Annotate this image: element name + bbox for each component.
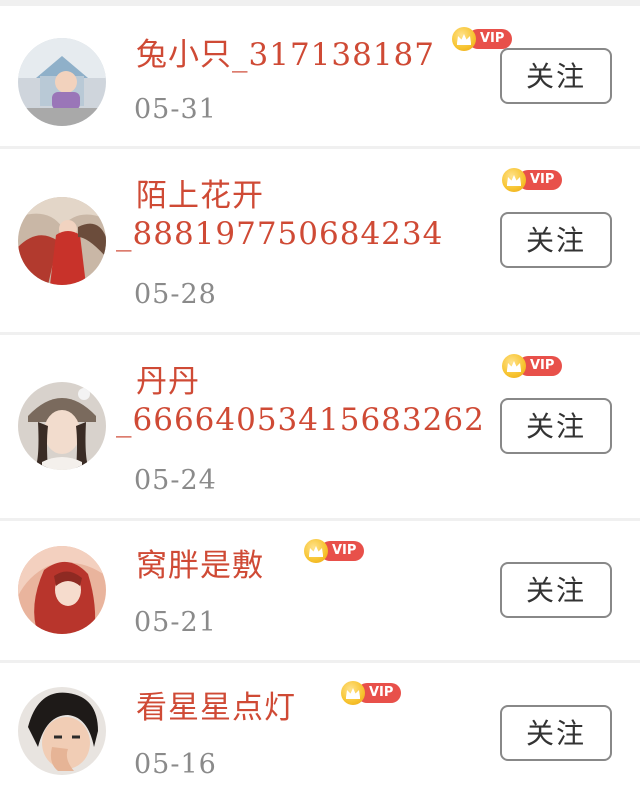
avatar[interactable] (18, 197, 106, 285)
follow-button[interactable]: 关注 (500, 705, 612, 761)
list-item[interactable]: 窝胖是敷 VIP 05-21 关注 (0, 521, 640, 660)
avatar-image (18, 197, 106, 285)
list-item[interactable]: 丹丹 _66664053415683262 VIP 05-24 关注 (0, 335, 640, 518)
user-name-line1: 窝胖是敷 (136, 548, 264, 584)
follow-date: 05-28 (134, 279, 217, 310)
avatar-image (18, 382, 106, 470)
user-name-line1: 兔小只_317138187 (136, 37, 436, 73)
follow-date: 05-24 (134, 465, 217, 496)
avatar-image (18, 38, 106, 126)
vip-badge: VIP (304, 539, 365, 563)
user-name-line2: _888197750684234 (116, 216, 444, 252)
avatar[interactable] (18, 546, 106, 634)
list-item[interactable]: 陌上花开 _888197750684234 VIP 05-28 关注 (0, 149, 640, 332)
user-name-line1: 丹丹 (136, 364, 200, 400)
avatar-image (18, 687, 106, 775)
follow-date: 05-31 (134, 94, 217, 125)
crown-icon (341, 681, 365, 705)
follow-button[interactable]: 关注 (500, 562, 612, 618)
follow-button[interactable]: 关注 (500, 212, 612, 268)
crown-icon (502, 168, 526, 192)
user-name[interactable]: 陌上花开 _888197750684234 (116, 177, 443, 253)
user-name-line1: 看星星点灯 (136, 690, 296, 726)
user-name-line1: 陌上花开 (136, 178, 264, 214)
follow-date: 05-21 (134, 607, 217, 638)
avatar[interactable] (18, 687, 106, 775)
user-name[interactable]: 看星星点灯 (136, 689, 296, 727)
user-name[interactable]: 丹丹 _66664053415683262 (116, 363, 485, 439)
vip-badge: VIP (452, 27, 513, 51)
vip-badge: VIP (341, 681, 402, 705)
crown-icon (452, 27, 476, 51)
user-name-line2: _66664053415683262 (116, 402, 485, 438)
crown-icon (502, 354, 526, 378)
avatar-image (18, 546, 106, 634)
vip-badge: VIP (502, 354, 563, 378)
vip-badge: VIP (502, 168, 563, 192)
list-item[interactable]: 看星星点灯 VIP 05-16 关注 (0, 663, 640, 795)
user-name[interactable]: 窝胖是敷 (136, 547, 264, 585)
avatar[interactable] (18, 38, 106, 126)
follow-date: 05-16 (134, 749, 217, 780)
follow-button[interactable]: 关注 (500, 48, 612, 104)
user-name[interactable]: 兔小只_317138187 (136, 36, 435, 74)
list-item[interactable]: 兔小只_317138187 VIP 05-31 关注 (0, 6, 640, 146)
crown-icon (304, 539, 328, 563)
follow-button[interactable]: 关注 (500, 398, 612, 454)
follow-list: 兔小只_317138187 VIP 05-31 关注 陌上花开 _8881977… (0, 0, 640, 795)
avatar[interactable] (18, 382, 106, 470)
